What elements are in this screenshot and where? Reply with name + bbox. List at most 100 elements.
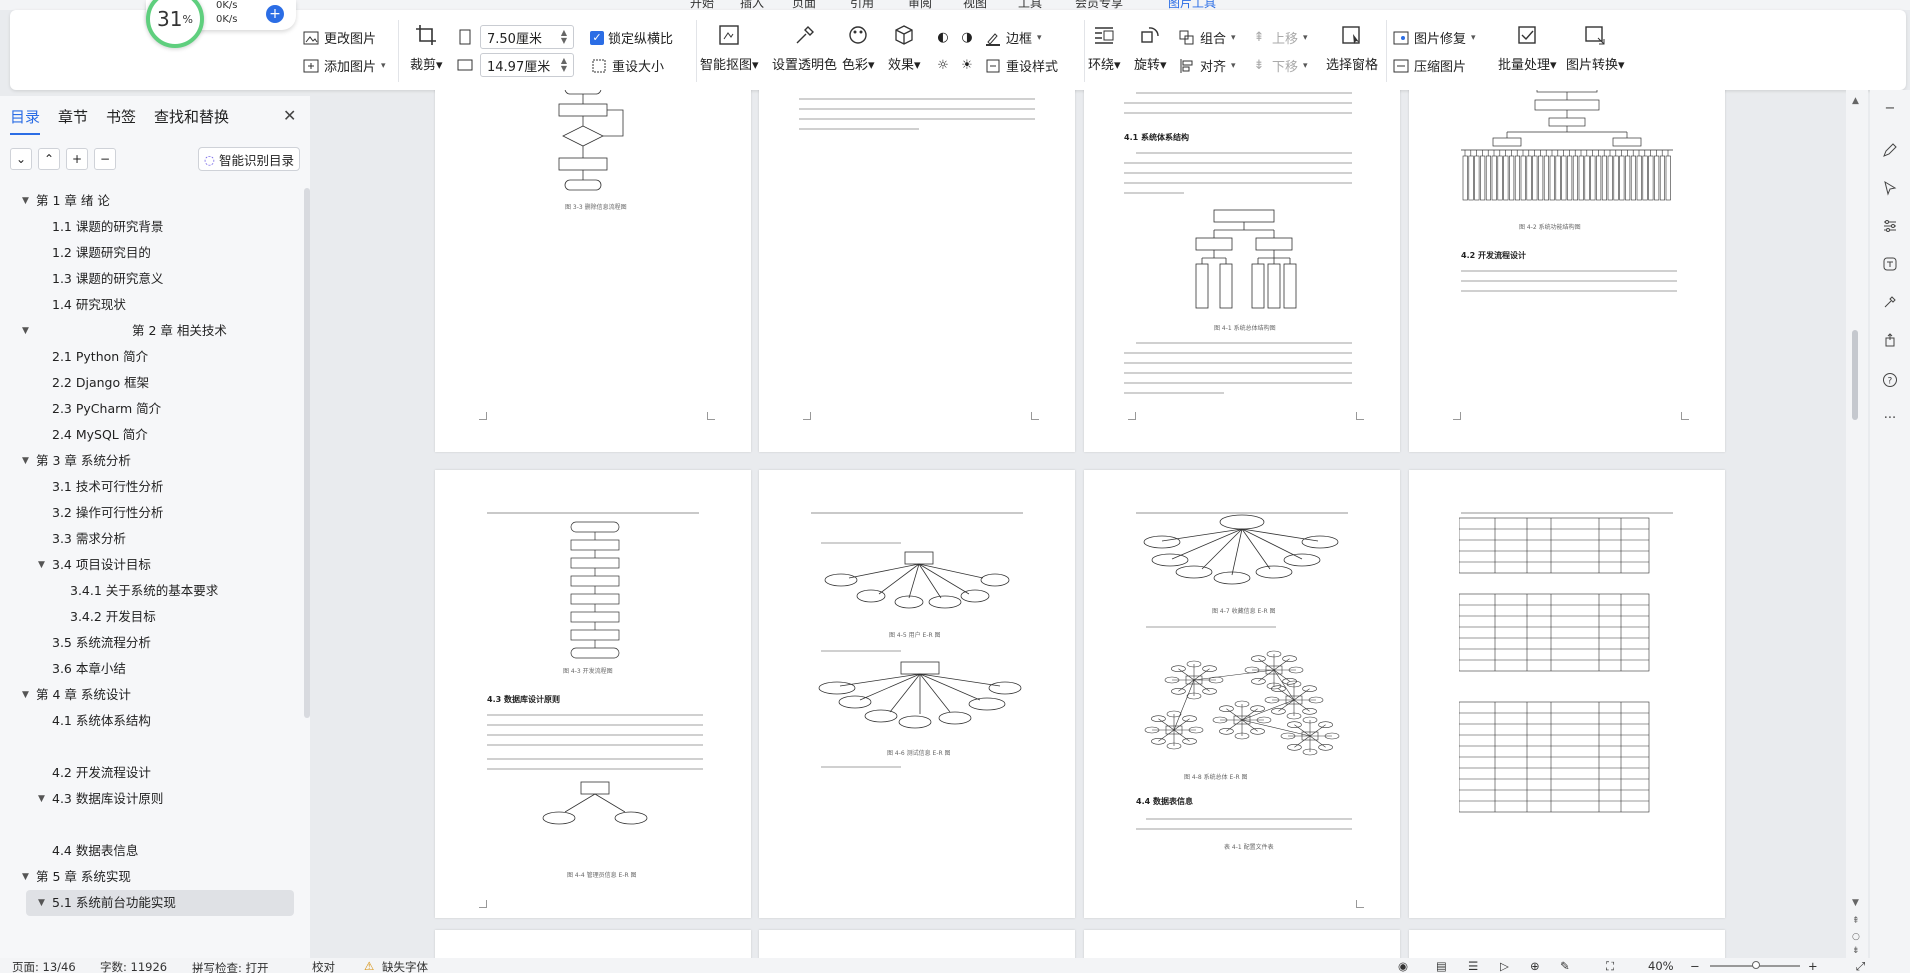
wrap-button[interactable]: 环绕▾: [1088, 22, 1121, 73]
prev-page-icon[interactable]: ⇞: [1852, 916, 1860, 926]
document-page[interactable]: [1409, 930, 1725, 958]
next-page-icon[interactable]: ⇟: [1852, 946, 1860, 956]
toc-item[interactable]: 1.1 课题的研究背景: [0, 214, 302, 240]
tab-sections[interactable]: 章节: [58, 106, 88, 135]
toc-item[interactable]: ▼ 第 5 章 系统实现: [0, 864, 302, 890]
spinner-icon[interactable]: ▲ ▼: [561, 57, 567, 73]
spell-check-toggle[interactable]: 拼写检查: 打开 ⌄: [192, 959, 269, 973]
zoom-slider-handle[interactable]: [1752, 961, 1760, 969]
document-page[interactable]: [435, 930, 751, 958]
border-button[interactable]: 边框 ▾: [984, 28, 1042, 47]
scrollbar-thumb[interactable]: [1852, 330, 1858, 420]
fullscreen-icon[interactable]: ⤢: [1856, 959, 1865, 973]
menu-tab-tools[interactable]: 工具: [1018, 0, 1042, 10]
add-picture-button[interactable]: 添加图片 ▾: [302, 56, 386, 75]
help-icon[interactable]: ?: [1880, 370, 1900, 390]
zoom-in-icon[interactable]: +: [1808, 959, 1818, 973]
document-page[interactable]: 图 4-7 收藏信息 E-R 图 图 4-8 系统总体 E-R 图 4.4 数据…: [1084, 470, 1400, 918]
tools-icon[interactable]: [1880, 292, 1900, 312]
collapse-down-button[interactable]: ⌄: [10, 148, 32, 170]
settings-sliders-icon[interactable]: [1880, 216, 1900, 236]
contrast-button[interactable]: ◑: [958, 28, 976, 46]
toc-item[interactable]: ▼ 3.4 项目设计目标: [0, 552, 302, 578]
menu-tab-picture-tools[interactable]: 图片工具: [1168, 0, 1216, 10]
plus-icon[interactable]: +: [266, 5, 284, 23]
toc-item[interactable]: ▼ 第 1 章 绪 论: [0, 188, 302, 214]
picture-convert-button[interactable]: 图片转换▾: [1566, 22, 1625, 73]
send-down-button[interactable]: ⇟ 下移 ▾: [1250, 56, 1308, 75]
document-page[interactable]: [1084, 930, 1400, 958]
document-page[interactable]: 图 4-2 系统功能结构图 4.2 开发流程设计: [1409, 90, 1725, 452]
toc-item[interactable]: 2.2 Django 框架: [0, 370, 302, 396]
toc-item[interactable]: 2.3 PyCharm 简介: [0, 396, 302, 422]
web-view-icon[interactable]: ⊕: [1530, 959, 1540, 973]
tab-bookmarks[interactable]: 书签: [106, 106, 136, 135]
scroll-up-icon[interactable]: ▲: [1852, 96, 1859, 106]
color-button[interactable]: 色彩▾: [842, 22, 875, 73]
toc-item[interactable]: ▼ 第 3 章 系统分析: [0, 448, 302, 474]
reset-style-button[interactable]: 重设样式: [984, 56, 1058, 75]
translate-icon[interactable]: [1880, 254, 1900, 274]
menu-tab-review[interactable]: 审阅: [908, 0, 932, 10]
document-page[interactable]: 图 4-3 开发流程图 4.3 数据库设计原则 图 4-4 管理员信息 E-R …: [435, 470, 751, 918]
sun-down-button[interactable]: ☀: [958, 56, 976, 74]
toc-item[interactable]: 2.1 Python 简介: [0, 344, 302, 370]
caret-down-icon[interactable]: ▼: [38, 786, 45, 812]
outline-view-icon[interactable]: ☰: [1468, 959, 1478, 973]
menu-tab-reference[interactable]: 引用: [850, 0, 874, 10]
set-transparent-button[interactable]: 设置透明色: [772, 22, 837, 73]
document-scrollbar[interactable]: ▲ ▼ ⇞ ○ ⇟: [1846, 90, 1868, 958]
caret-down-icon[interactable]: ▼: [38, 890, 45, 916]
toc-item[interactable]: 3.3 需求分析: [0, 526, 302, 552]
page-count[interactable]: 页面: 13/46: [12, 959, 76, 973]
toc-item[interactable]: 3.1 技术可行性分析: [0, 474, 302, 500]
remove-toc-item-button[interactable]: −: [94, 148, 116, 170]
crop-button[interactable]: 裁剪▾: [410, 22, 443, 73]
menu-tab-page[interactable]: 页面: [792, 0, 816, 10]
minus-icon[interactable]: −: [1880, 98, 1900, 118]
spinner-icon[interactable]: ▲ ▼: [561, 29, 567, 45]
menu-tab-insert[interactable]: 插入: [740, 0, 764, 10]
share-icon[interactable]: [1880, 330, 1900, 350]
picture-repair-button[interactable]: 图片修复 ▾: [1392, 28, 1476, 47]
toc-item[interactable]: ▼ 第 4 章 系统设计: [0, 682, 302, 708]
toc-item[interactable]: 4.2 开发流程设计: [0, 760, 302, 786]
toc-item[interactable]: [0, 812, 302, 838]
document-page[interactable]: 图 4-5 用户 E-R 图 图 4-6 测试信息 E-R 图: [759, 470, 1075, 918]
smart-cutout-button[interactable]: 智能抠图▾: [700, 22, 759, 73]
batch-process-button[interactable]: 批量处理▾: [1498, 22, 1557, 73]
play-icon[interactable]: ▷: [1500, 959, 1509, 973]
caret-down-icon[interactable]: ▼: [22, 682, 29, 708]
tab-toc[interactable]: 目录: [10, 106, 41, 135]
document-page[interactable]: [759, 930, 1075, 958]
word-count[interactable]: 字数: 11926: [100, 959, 167, 973]
more-icon[interactable]: ···: [1880, 408, 1900, 428]
caret-down-icon[interactable]: ▼: [38, 552, 45, 578]
document-page[interactable]: [759, 90, 1075, 452]
toc-item[interactable]: ▼ 第 2 章 相关技术: [0, 318, 302, 344]
close-icon[interactable]: ✕: [283, 106, 296, 125]
toc-item[interactable]: ▼ 4.3 数据库设计原则: [0, 786, 302, 812]
toc-item[interactable]: 1.3 课题的研究意义: [0, 266, 302, 292]
zoom-out-icon[interactable]: −: [1690, 959, 1700, 973]
menu-tab-start[interactable]: 开始: [690, 0, 714, 10]
document-page[interactable]: 4.1 系统体系结构 图 4-1 系统总体结构图: [1084, 90, 1400, 452]
add-toc-item-button[interactable]: +: [66, 148, 88, 170]
document-page[interactable]: 图 3-3 删除信息流程图: [435, 90, 751, 452]
page-view-icon[interactable]: ▤: [1436, 959, 1447, 973]
selection-pane-button[interactable]: 选择窗格: [1326, 22, 1378, 73]
toc-item[interactable]: 1.2 课题研究目的: [0, 240, 302, 266]
toc-item[interactable]: 3.4.1 关于系统的基本要求: [0, 578, 302, 604]
brightness-button[interactable]: ◐: [934, 28, 952, 46]
eye-icon[interactable]: ◉: [1398, 959, 1408, 973]
caret-down-icon[interactable]: ▼: [22, 188, 29, 214]
proofread-button[interactable]: 校对: [312, 959, 335, 973]
collapse-up-button[interactable]: ⌃: [38, 148, 60, 170]
toc-item[interactable]: 3.6 本章小结: [0, 656, 302, 682]
fit-page-icon[interactable]: ⛶: [1606, 959, 1614, 973]
pen-icon[interactable]: ✎: [1560, 959, 1570, 973]
menu-tab-view[interactable]: 视图: [963, 0, 987, 10]
change-picture-button[interactable]: 更改图片: [302, 28, 376, 47]
caret-down-icon[interactable]: ▼: [22, 864, 29, 890]
tab-find-replace[interactable]: 查找和替换: [154, 106, 229, 135]
